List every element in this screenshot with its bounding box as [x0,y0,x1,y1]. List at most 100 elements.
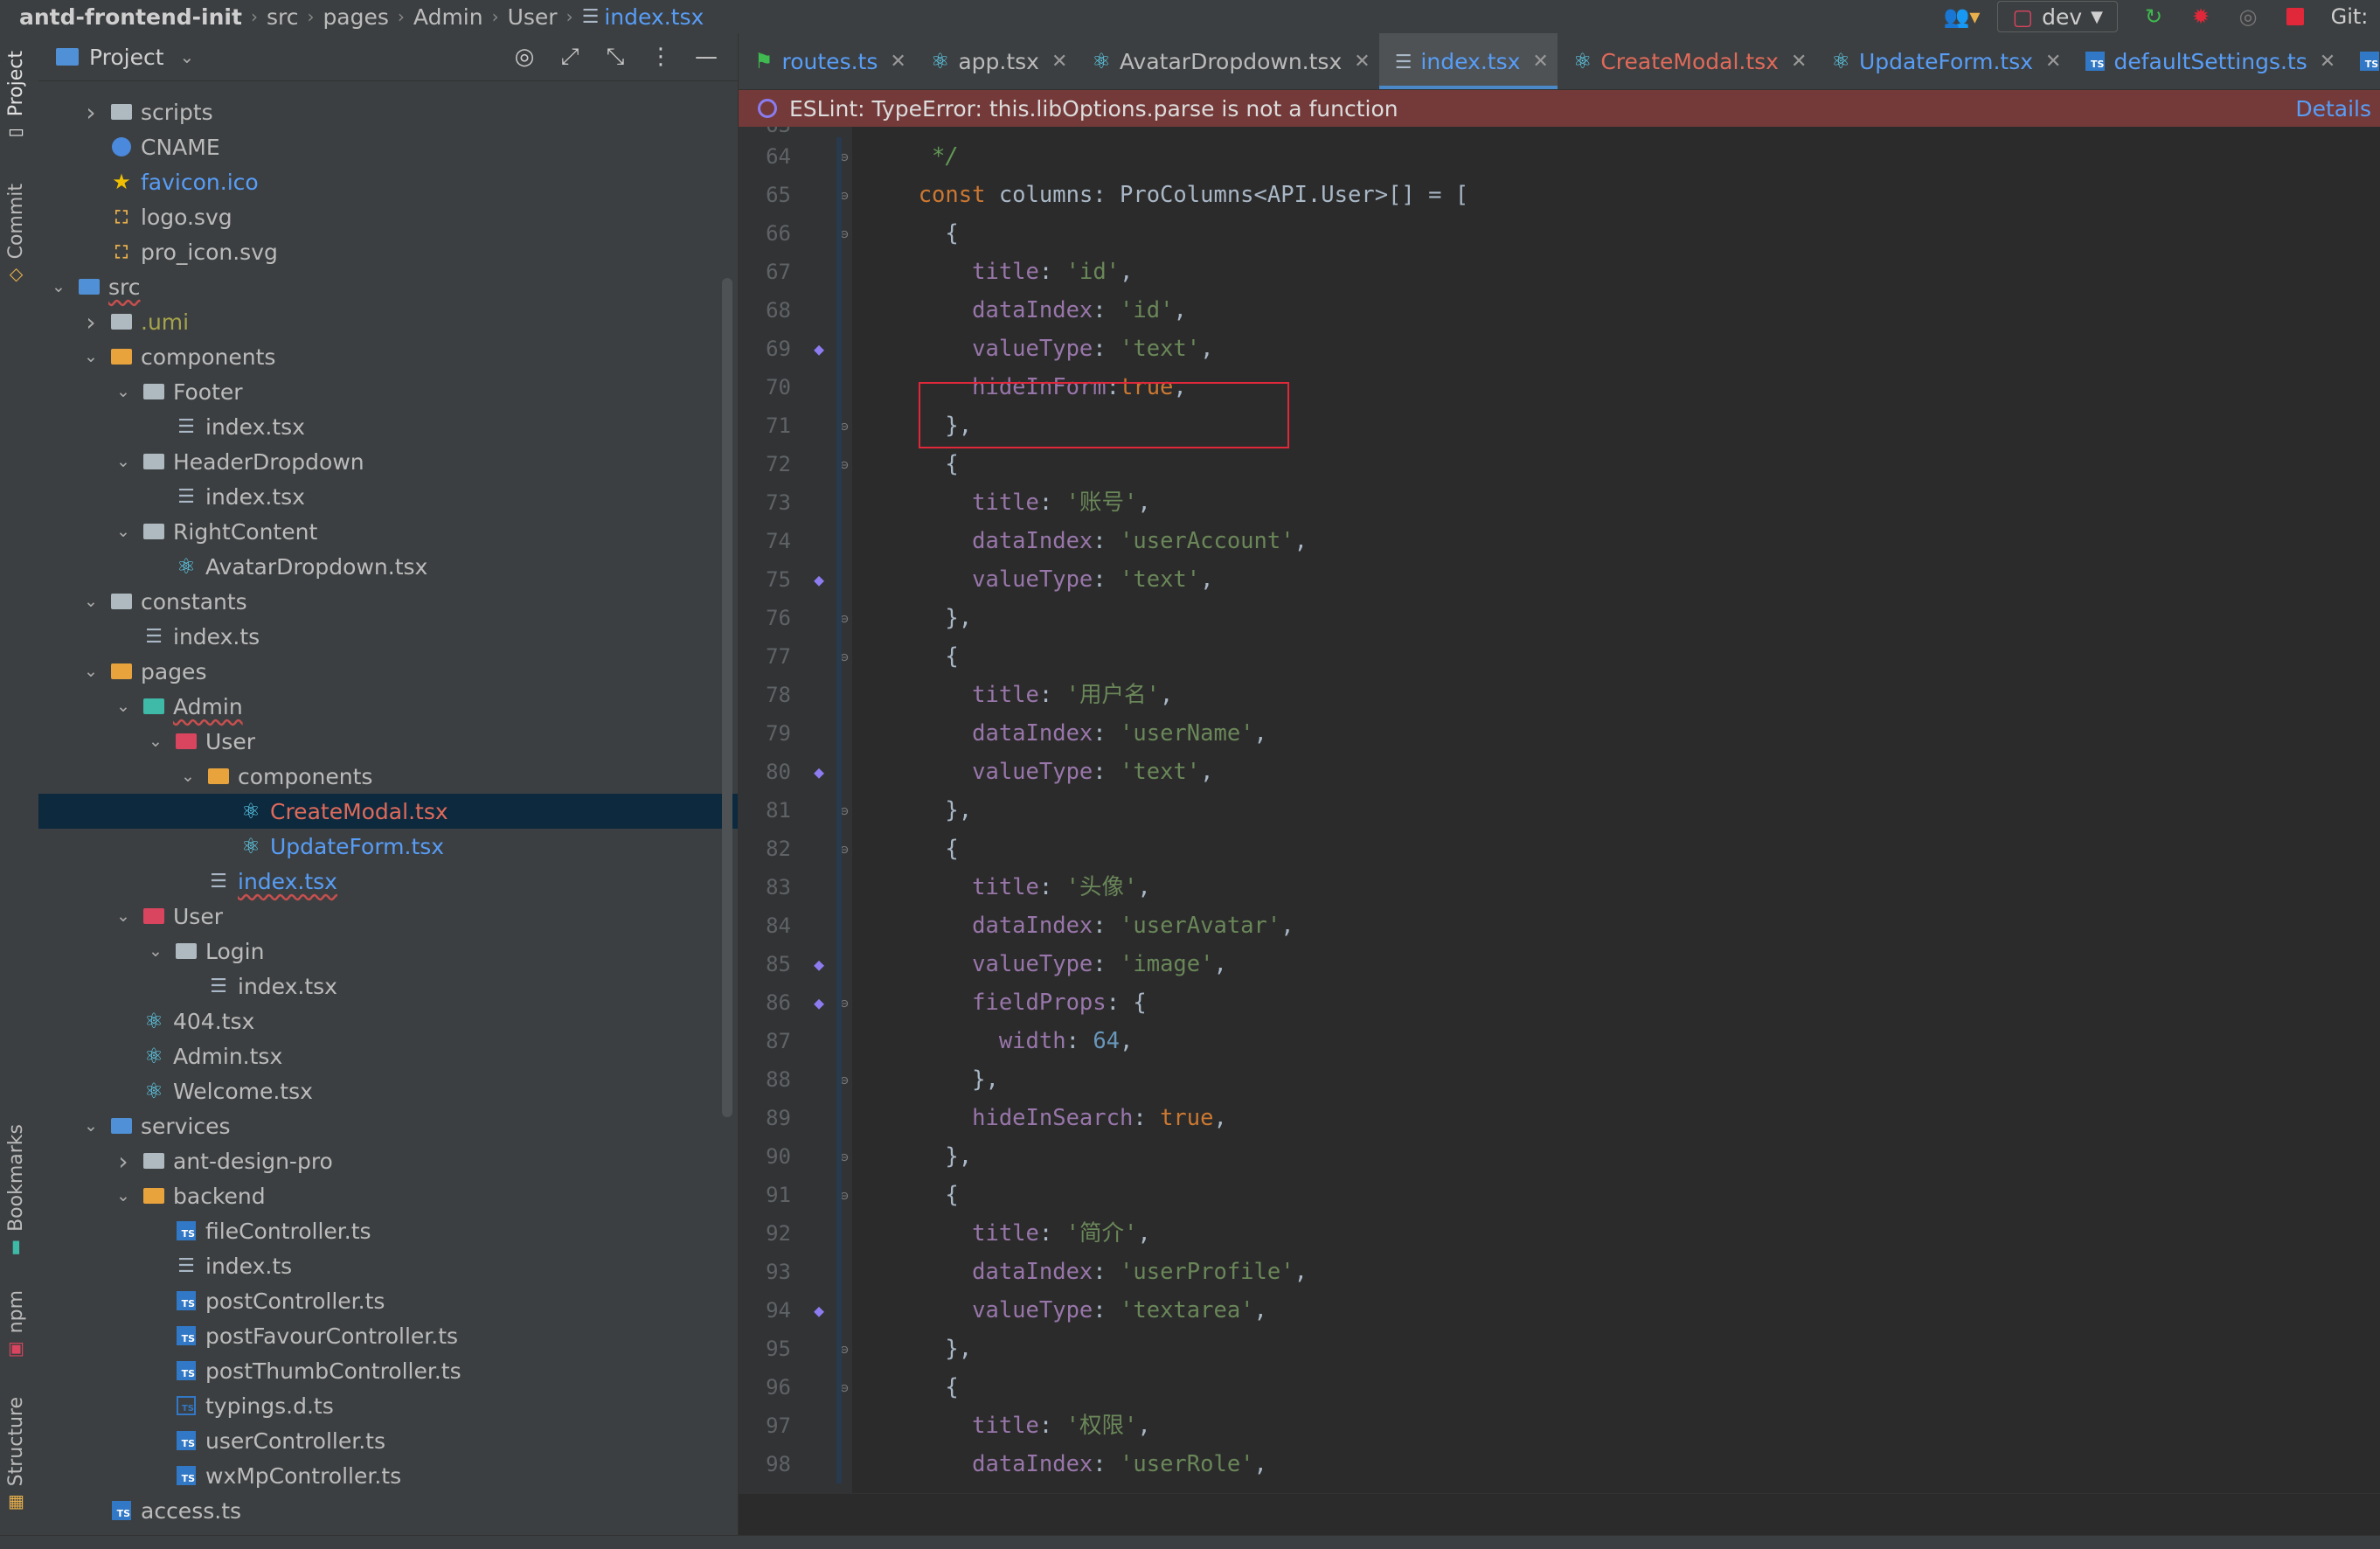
implementation-marker-icon[interactable]: ◆ [808,330,829,368]
code-editor[interactable]: 6364⊖ */65⊖ const columns: ProColumns<AP… [739,127,2380,1525]
collapse-all-icon[interactable]: ⤡ [593,33,638,80]
tree-item[interactable]: ⌄ Login [38,934,738,969]
tree-item[interactable]: TS typings.d.ts [38,1388,738,1423]
tree-item[interactable]: ⌄ components [38,759,738,794]
git-label[interactable]: Git: [2319,0,2380,33]
tree-item[interactable]: ☰ index.tsx [38,409,738,444]
tree-item[interactable]: ⌄ HeaderDropdown [38,444,738,479]
tree-item[interactable]: ☰ index.tsx [38,864,738,899]
tree-item[interactable]: ⌄ RightContent [38,514,738,549]
chevron-down-icon[interactable]: ⌄ [110,382,136,401]
tool-tab-structure[interactable]: ▦ Structure [5,1397,27,1514]
tree-item[interactable]: ☰ index.tsx [38,969,738,1004]
chevron-down-icon[interactable]: ⌄ [78,592,104,611]
chevron-down-icon[interactable]: ⌄ [78,347,104,366]
stop-icon[interactable] [2272,0,2319,33]
editor-tab[interactable]: ☰ index.tsx ✕ [1378,33,1558,89]
breadcrumb-user[interactable]: User [508,4,558,30]
editor-tab[interactable]: ⚑ routes.ts ✕ [739,33,915,89]
tree-item[interactable]: ⚛ Welcome.tsx [38,1073,738,1108]
chevron-down-icon[interactable]: ⌄ [110,522,136,541]
implementation-marker-icon[interactable]: ◆ [808,753,829,791]
editor-tab[interactable]: ⚛ AvatarDropdown.tsx ✕ [1076,33,1378,89]
tree-item[interactable]: ⌄ src [38,269,738,304]
tree-item[interactable]: TS wxMpController.ts [38,1458,738,1493]
chevron-down-icon[interactable]: ⌄ [45,277,72,296]
tree-item[interactable]: ⌄ Admin [38,689,738,724]
tree-item[interactable]: ⌄ services [38,1108,738,1143]
tree-item[interactable]: › .umi [38,304,738,339]
tree-item[interactable]: ☰ index.ts [38,1248,738,1283]
close-icon[interactable]: ✕ [1791,51,1807,73]
hide-panel-icon[interactable]: — [683,33,729,80]
tree-item[interactable]: ☰ index.tsx [38,479,738,514]
editor-tab[interactable]: ⚛ app.tsx ✕ [915,33,1077,89]
breadcrumb-admin[interactable]: Admin [413,4,483,30]
close-icon[interactable]: ✕ [1051,51,1067,73]
chevron-down-icon[interactable]: ⌄ [110,697,136,716]
expand-all-icon[interactable]: ⤢ [547,33,593,80]
project-panel-title[interactable]: Project [89,45,164,70]
editor-tab[interactable]: ⚛ CreateModal.tsx ✕ [1558,33,1816,89]
tree-item[interactable]: TS postThumbController.ts [38,1353,738,1388]
close-icon[interactable]: ✕ [1354,51,1370,73]
chevron-right-icon[interactable]: › [78,308,104,337]
tree-item[interactable]: ⚛ UpdateForm.tsx [38,829,738,864]
breadcrumb-file[interactable]: index.tsx [604,4,704,30]
chevron-down-icon[interactable]: ⌄ [175,767,201,786]
locate-file-icon[interactable]: ◎ [502,33,547,80]
chevron-down-icon[interactable]: ⌄ [110,1186,136,1205]
chevron-down-icon[interactable]: ⌄ [180,46,195,67]
run-config-selector[interactable]: ▢ dev ▼ [1997,1,2118,32]
tree-item[interactable]: ⌄ User [38,724,738,759]
close-icon[interactable]: ✕ [2320,51,2335,73]
rerun-icon[interactable]: ↻ [2130,0,2177,33]
details-link[interactable]: Details [2295,96,2371,122]
implementation-marker-icon[interactable]: ◆ [808,560,829,599]
tree-item[interactable]: ⌄ components [38,339,738,374]
implementation-marker-icon[interactable]: ◆ [808,983,829,1022]
tool-tab-bookmarks[interactable]: ▮ Bookmarks [5,1124,27,1260]
tool-tab-npm[interactable]: ▣ npm [5,1290,27,1361]
chevron-down-icon[interactable]: ⌄ [78,662,104,681]
tree-item[interactable]: ⚛ AvatarDropdown.tsx [38,549,738,584]
tree-item[interactable]: CNAME [38,129,738,164]
tool-tab-project[interactable]: ▭ Project [5,51,27,144]
tree-item[interactable]: › ant-design-pro [38,1143,738,1178]
tree-item[interactable]: ⚛ Admin.tsx [38,1038,738,1073]
tree-item[interactable]: ⚛ 404.tsx [38,1004,738,1038]
tree-item[interactable]: TS access.ts [38,1493,738,1528]
tree-item[interactable]: ⛶ logo.svg [38,199,738,234]
project-tree-scrollbar[interactable] [722,278,732,1117]
tool-tab-commit[interactable]: ◇ Commit [5,184,27,287]
close-icon[interactable]: ✕ [2045,51,2061,73]
tree-item[interactable]: TS fileController.ts [38,1213,738,1248]
editor-tab[interactable]: TS defaultSettings.ts ✕ [2070,33,2344,89]
breadcrumb-src[interactable]: src [267,4,299,30]
tree-item[interactable]: ⌄ pages [38,654,738,689]
chevron-right-icon[interactable]: › [110,1147,136,1176]
implementation-marker-icon[interactable]: ◆ [808,945,829,983]
chevron-down-icon[interactable]: ⌄ [110,906,136,926]
close-icon[interactable]: ✕ [1532,51,1548,73]
close-icon[interactable]: ✕ [890,51,906,73]
tree-item[interactable]: ⚛ CreateModal.tsx [38,794,738,829]
breadcrumb-pages[interactable]: pages [323,4,388,30]
debug-icon[interactable]: ✹ [2177,0,2224,33]
tree-item[interactable]: ⌄ Footer [38,374,738,409]
tree-item[interactable]: ☰ index.ts [38,619,738,654]
chevron-right-icon[interactable]: › [78,98,104,127]
users-icon[interactable]: 👥▾ [1938,0,1985,33]
tree-item[interactable]: TS userController.ts [38,1423,738,1458]
tree-item[interactable]: TS postFavourController.ts [38,1318,738,1353]
editor-tab[interactable]: ⚛ UpdateForm.tsx ✕ [1815,33,2070,89]
tree-item[interactable]: ⌄ backend [38,1178,738,1213]
coverage-icon[interactable]: ◎ [2224,0,2272,33]
editor-tab[interactable]: TSuse [2344,33,2380,89]
tree-item[interactable]: ★ favicon.ico [38,164,738,199]
chevron-down-icon[interactable]: ⌄ [142,941,169,961]
tree-item[interactable]: TS postController.ts [38,1283,738,1318]
chevron-down-icon[interactable]: ⌄ [142,732,169,751]
chevron-down-icon[interactable]: ⌄ [78,1116,104,1136]
implementation-marker-icon[interactable]: ◆ [808,1291,829,1330]
